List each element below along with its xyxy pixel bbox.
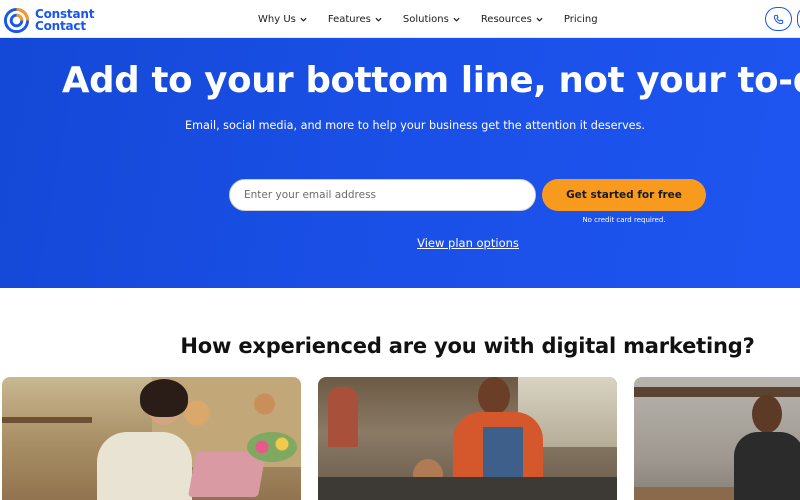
chevron-down-icon <box>375 17 382 22</box>
menu-item-resources[interactable]: Resources <box>481 14 543 25</box>
menu-item-features[interactable]: Features <box>328 14 382 25</box>
experience-card-intermediate[interactable] <box>318 377 617 500</box>
woman-head <box>752 395 782 433</box>
get-started-button[interactable]: Get started for free <box>542 179 706 211</box>
view-plan-options-link[interactable]: View plan options <box>0 236 800 250</box>
menu-item-pricing[interactable]: Pricing <box>564 14 598 25</box>
experience-card-beginner[interactable] <box>2 377 301 500</box>
chevron-down-icon <box>300 17 307 22</box>
chevron-down-icon <box>536 17 543 22</box>
menu-item-label: Pricing <box>563 13 598 25</box>
hero-subtitle: Email, social media, and more to help yo… <box>185 119 645 132</box>
main-menu: Why Us Features Solutions Resources Pric… <box>258 0 619 38</box>
top-navigation: Constant Contact Why Us Features Solutio… <box>0 0 800 38</box>
hero-section: Add to your bottom line, not your to-do … <box>0 38 800 288</box>
man-head <box>478 377 510 415</box>
no-credit-card-note: No credit card required. <box>582 216 666 224</box>
laptop <box>188 452 266 497</box>
woman-body <box>734 432 800 500</box>
shelf-back <box>634 387 800 397</box>
menu-item-label: Resources <box>480 13 532 25</box>
constant-contact-logo-icon <box>3 7 30 33</box>
email-input[interactable] <box>229 179 536 211</box>
experience-card-advanced[interactable] <box>634 377 800 500</box>
menu-item-solutions[interactable]: Solutions <box>403 14 460 25</box>
flowers <box>247 432 297 462</box>
menu-item-label: Features <box>327 13 371 25</box>
person-shirt <box>97 432 192 500</box>
chevron-down-icon <box>453 17 460 22</box>
shelf <box>2 417 92 423</box>
brand-logo[interactable]: Constant Contact <box>3 6 94 34</box>
phone-icon <box>773 14 784 24</box>
brand-wordmark: Constant Contact <box>35 8 94 32</box>
menu-item-label: Why Us <box>258 13 296 25</box>
background-person <box>328 387 358 447</box>
hero-title: Add to your bottom line, not your to-do <box>62 60 800 101</box>
section-title: How experienced are you with digital mar… <box>180 334 755 358</box>
phone-button[interactable] <box>765 7 792 31</box>
counter <box>318 477 617 500</box>
menu-item-label: Solutions <box>402 13 449 25</box>
brand-line-2: Contact <box>35 19 86 33</box>
menu-item-why-us[interactable]: Why Us <box>258 14 307 25</box>
wooden-table <box>634 487 734 500</box>
person-hair <box>140 379 188 417</box>
